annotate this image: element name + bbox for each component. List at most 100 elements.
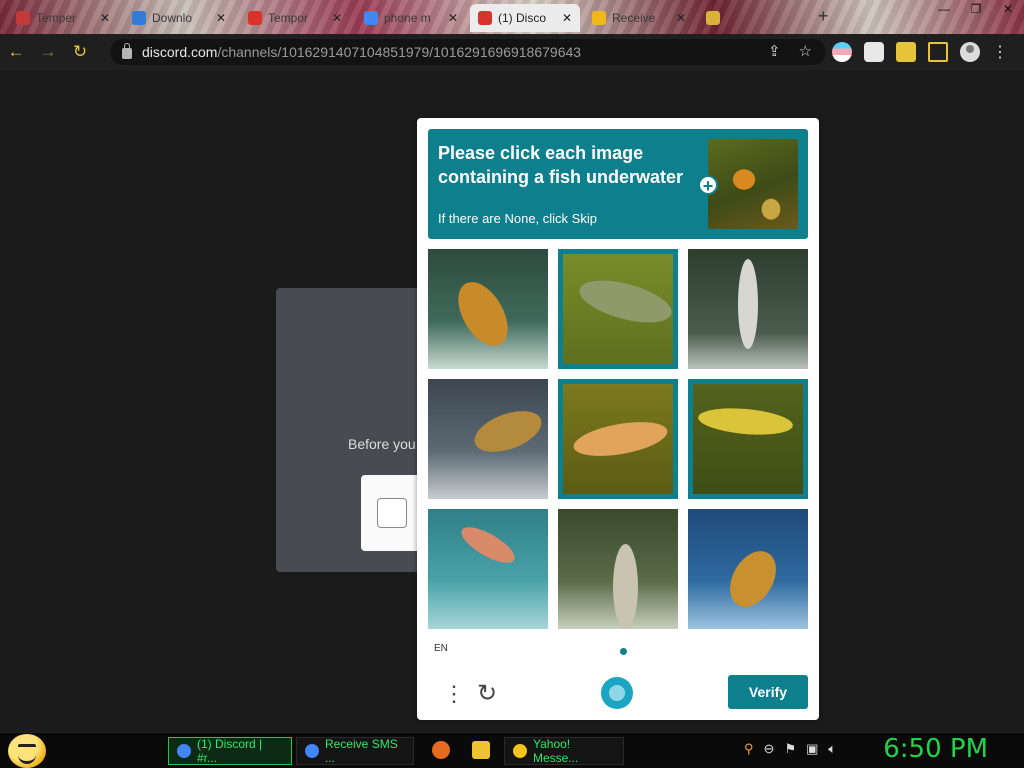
tab-title: Temper bbox=[36, 11, 77, 25]
captcha-image-tile[interactable] bbox=[558, 249, 678, 369]
url-path: /channels/1016291407104851979/1016291696… bbox=[217, 44, 582, 60]
yahoo-messenger-icon bbox=[513, 744, 527, 758]
volume-icon[interactable]: 🔈︎ bbox=[828, 741, 836, 757]
prompt-title: Please click each image containing a fis… bbox=[438, 143, 684, 187]
network-icon[interactable]: ▣ bbox=[806, 741, 818, 757]
verify-button[interactable]: Verify bbox=[728, 675, 808, 709]
incognito-extension-icon[interactable] bbox=[864, 42, 884, 62]
browser-tab-strip: Temper ✕ Downlo ✕ Tempor ✕ phone m ✕ (1)… bbox=[0, 0, 1024, 34]
minimize-icon[interactable]: — bbox=[928, 2, 960, 16]
language-selector[interactable]: EN bbox=[434, 643, 448, 654]
close-tab-icon[interactable]: ✕ bbox=[100, 11, 110, 25]
mail-favicon-icon bbox=[248, 11, 262, 25]
task-label: Yahoo! Messe... bbox=[533, 737, 579, 765]
chrome-icon bbox=[177, 744, 191, 758]
fish-image bbox=[697, 404, 794, 439]
forward-icon[interactable]: → bbox=[32, 42, 64, 62]
folder-icon[interactable] bbox=[472, 741, 490, 759]
fish-image bbox=[469, 403, 547, 460]
firefox-icon[interactable] bbox=[432, 741, 450, 759]
before-you-text: Before you bbox=[348, 436, 416, 452]
captcha-image-tile[interactable] bbox=[428, 379, 548, 499]
task-label: (1) Discord | #r... bbox=[197, 737, 263, 765]
close-tab-icon[interactable]: ✕ bbox=[676, 11, 686, 25]
discord-page: Before you Please click each image conta… bbox=[0, 70, 1024, 732]
tab-title: Downlo bbox=[152, 11, 193, 25]
close-tab-icon[interactable]: ✕ bbox=[562, 11, 572, 25]
tab-receive-sms[interactable]: Receive ✕ bbox=[584, 4, 694, 32]
challenge-prompt: Please click each image containing a fis… bbox=[428, 129, 808, 239]
prompt-subtitle: If there are None, click Skip bbox=[438, 211, 597, 226]
close-tab-icon[interactable]: ✕ bbox=[216, 11, 226, 25]
tab-title: Tempor bbox=[268, 11, 309, 25]
address-bar[interactable]: discord.com/channels/1016291407104851979… bbox=[110, 39, 826, 65]
expand-example-icon[interactable]: + bbox=[698, 175, 718, 196]
fish-image bbox=[738, 259, 758, 349]
tab-download[interactable]: Downlo ✕ bbox=[124, 4, 234, 32]
example-image bbox=[708, 139, 798, 229]
hcaptcha-logo-icon[interactable] bbox=[601, 677, 633, 709]
menu-dots-icon[interactable]: ⋮ bbox=[443, 683, 465, 705]
gmail-favicon-icon bbox=[16, 11, 30, 25]
browser-menu-icon[interactable]: ⋮ bbox=[992, 42, 1008, 62]
flag-icon[interactable]: ⚑ bbox=[784, 741, 796, 757]
page-favicon-icon bbox=[706, 11, 720, 25]
chrome-icon bbox=[305, 744, 319, 758]
tab-temper[interactable]: Temper ✕ bbox=[8, 4, 118, 32]
back-icon[interactable]: ← bbox=[0, 42, 32, 62]
challenge-footer: ⋮ ↻ Verify bbox=[417, 673, 819, 720]
lock-icon[interactable] bbox=[122, 43, 132, 59]
close-window-icon[interactable]: ✕ bbox=[992, 2, 1024, 16]
tab-google-search[interactable]: phone m ✕ bbox=[356, 4, 466, 32]
task-discord[interactable]: (1) Discord | #r... bbox=[168, 737, 292, 765]
captcha-image-tile[interactable] bbox=[558, 509, 678, 629]
profile-avatar-icon[interactable] bbox=[960, 42, 980, 62]
task-label: Receive SMS ... bbox=[325, 737, 398, 765]
refresh-icon[interactable]: ↻ bbox=[477, 679, 497, 708]
hcaptcha-checkbox[interactable] bbox=[377, 498, 407, 528]
fish-image bbox=[571, 415, 670, 463]
tab-temporary-mail[interactable]: Tempor ✕ bbox=[240, 4, 350, 32]
system-tray: ⚲ ⊖ ⚑ ▣ 🔈︎ bbox=[744, 741, 836, 757]
captcha-image-tile[interactable] bbox=[688, 249, 808, 369]
side-panel-icon[interactable] bbox=[928, 42, 948, 62]
extension-flag-icon[interactable] bbox=[832, 42, 852, 62]
extensions-puzzle-icon[interactable] bbox=[896, 42, 916, 62]
captcha-image-tile[interactable] bbox=[428, 249, 548, 369]
reload-icon[interactable]: ↻ bbox=[64, 42, 96, 62]
url-host: discord.com bbox=[142, 44, 218, 60]
task-receive-sms[interactable]: Receive SMS ... bbox=[296, 737, 414, 765]
tab-title: phone m bbox=[384, 11, 431, 25]
microsoft-favicon-icon bbox=[132, 11, 146, 25]
captcha-image-tile[interactable] bbox=[688, 509, 808, 629]
browser-toolbar: ← → ↻ discord.com/channels/1016291407104… bbox=[0, 34, 1024, 70]
search-icon[interactable]: ⚲ bbox=[744, 741, 754, 757]
start-smiley-icon[interactable] bbox=[8, 734, 46, 768]
hcaptcha-challenge: Please click each image containing a fis… bbox=[417, 118, 819, 720]
bookmark-star-icon[interactable]: ☆ bbox=[799, 42, 812, 60]
share-icon[interactable]: ⇪ bbox=[768, 42, 781, 60]
captcha-image-tile[interactable] bbox=[428, 509, 548, 629]
restore-icon[interactable]: ❐ bbox=[960, 2, 992, 16]
page-indicator-dot bbox=[620, 648, 627, 655]
close-tab-icon[interactable]: ✕ bbox=[332, 11, 342, 25]
google-favicon-icon bbox=[364, 11, 378, 25]
close-tab-icon[interactable]: ✕ bbox=[448, 11, 458, 25]
taskbar: (1) Discord | #r... Receive SMS ... Yaho… bbox=[0, 732, 1024, 768]
captcha-image-tile[interactable] bbox=[558, 379, 678, 499]
new-tab-icon[interactable]: + bbox=[818, 6, 829, 27]
minus-icon[interactable]: ⊖ bbox=[764, 741, 775, 757]
tab-untitled[interactable] bbox=[698, 4, 728, 32]
fish-image bbox=[448, 273, 518, 355]
captcha-image-tile[interactable] bbox=[688, 379, 808, 499]
tab-discord[interactable]: (1) Disco ✕ bbox=[470, 4, 581, 32]
fish-image bbox=[720, 543, 786, 615]
window-controls: — ❐ ✕ bbox=[928, 2, 1024, 16]
fish-image bbox=[456, 520, 520, 570]
discord-favicon-icon bbox=[478, 11, 492, 25]
task-yahoo-messenger[interactable]: Yahoo! Messe... bbox=[504, 737, 624, 765]
clock: 6:50 PM bbox=[883, 734, 988, 764]
tab-title: (1) Disco bbox=[498, 11, 547, 25]
receive-sms-favicon-icon bbox=[592, 11, 606, 25]
fish-image bbox=[575, 272, 673, 331]
